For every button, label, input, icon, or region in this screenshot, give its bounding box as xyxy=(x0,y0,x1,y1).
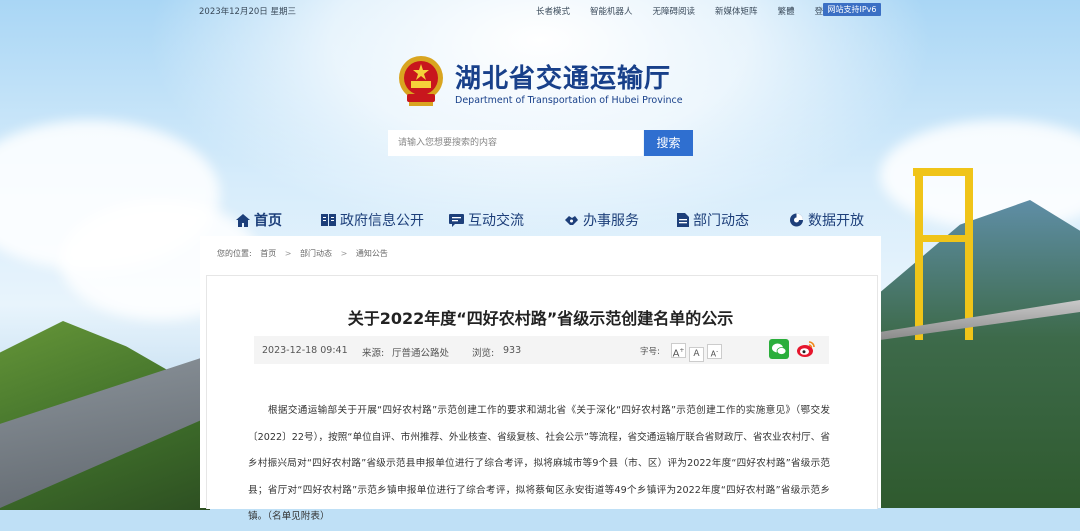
weibo-share-icon[interactable] xyxy=(796,339,816,362)
nav-department-news-label: 部门动态 xyxy=(693,213,749,229)
breadcrumb-label: 您的位置: xyxy=(217,249,252,258)
font-smaller-button[interactable]: A- xyxy=(707,343,722,359)
breadcrumb-separator: > xyxy=(340,249,348,258)
home-icon xyxy=(236,213,250,227)
nav-gov-info-label: 政府信息公开 xyxy=(340,213,424,229)
nav-interaction[interactable]: 互动交流 xyxy=(449,210,524,230)
article-title: 关于2022年度“四好农村路”省级示范创建名单的公示 xyxy=(347,309,734,328)
wechat-share-icon[interactable] xyxy=(769,339,789,362)
source-label: 来源: xyxy=(362,348,385,359)
new-media-link[interactable]: 新媒体矩阵 xyxy=(715,5,758,17)
nav-department-news[interactable]: 部门动态 xyxy=(677,210,749,230)
fontsize-label: 字号: xyxy=(640,347,660,357)
traditional-chinese-link[interactable]: 繁體 xyxy=(778,5,795,17)
document-icon xyxy=(677,213,689,227)
nav-interaction-label: 互动交流 xyxy=(468,213,524,229)
breadcrumb-department-news[interactable]: 部门动态 xyxy=(300,249,332,258)
nav-services-label: 办事服务 xyxy=(583,213,639,229)
current-date: 2023年12月20日 星期三 xyxy=(199,7,296,17)
smart-robot-link[interactable]: 智能机器人 xyxy=(590,5,633,17)
search-input[interactable]: 请输入您想要搜索的内容 xyxy=(388,130,643,156)
article-meta-bar: 2023-12-18 09:41 来源: 厅普通公路处 浏览: 933 字号: … xyxy=(254,336,829,364)
main-navigation: 首页 政府信息公开 互动交流 办事服务 部门动态 数据开放 xyxy=(0,210,1080,230)
national-emblem-logo[interactable] xyxy=(397,54,445,108)
article-paragraph: 根据交通运输部关于开展“四好农村路”示范创建工作的要求和湖北省《关于深化“四好农… xyxy=(248,405,830,522)
breadcrumb: 您的位置: 首页 > 部门动态 > 通知公告 xyxy=(217,248,394,259)
font-normal-button[interactable]: A xyxy=(689,347,704,363)
font-larger-button[interactable]: A+ xyxy=(671,343,686,359)
site-subtitle: Department of Transportation of Hubei Pr… xyxy=(455,95,683,106)
nav-open-data-label: 数据开放 xyxy=(808,213,864,229)
breadcrumb-separator: > xyxy=(284,249,292,258)
accessibility-link[interactable]: 无障碍阅读 xyxy=(653,5,696,17)
data-icon xyxy=(790,213,803,227)
source-value: 厅普通公路处 xyxy=(392,348,450,359)
bridge-tower-decoration xyxy=(913,168,973,176)
bridge-tower-decoration xyxy=(915,170,923,340)
handshake-icon xyxy=(565,215,578,225)
search-button[interactable]: 搜索 xyxy=(644,130,693,156)
chat-icon xyxy=(449,213,464,227)
top-utility-bar: 2023年12月20日 星期三 长者模式 智能机器人 无障碍阅读 新媒体矩阵 繁… xyxy=(0,0,1080,20)
nav-home-label: 首页 xyxy=(254,213,282,229)
nav-home[interactable]: 首页 xyxy=(236,210,282,230)
nav-open-data[interactable]: 数据开放 xyxy=(789,210,864,230)
publish-datetime: 2023-12-18 09:41 xyxy=(262,345,348,356)
fontsize-controls: A+ A A- xyxy=(668,343,722,363)
book-icon xyxy=(321,214,336,226)
ipv6-badge: 网站支持IPv6 xyxy=(823,3,881,16)
views-count: 933 xyxy=(503,345,522,356)
nav-gov-info[interactable]: 政府信息公开 xyxy=(321,210,424,230)
breadcrumb-home[interactable]: 首页 xyxy=(260,249,276,258)
views-label: 浏览: xyxy=(472,348,495,359)
article-body: 根据交通运输部关于开展“四好农村路”示范创建工作的要求和湖北省《关于深化“四好农… xyxy=(248,398,830,531)
breadcrumb-notices[interactable]: 通知公告 xyxy=(356,249,388,258)
site-title: 湖北省交通运输厅 xyxy=(455,64,672,94)
bridge-tower-decoration xyxy=(965,170,973,340)
bridge-tower-decoration xyxy=(915,235,973,242)
nav-services[interactable]: 办事服务 xyxy=(564,210,639,230)
elder-mode-link[interactable]: 长者模式 xyxy=(536,5,570,17)
